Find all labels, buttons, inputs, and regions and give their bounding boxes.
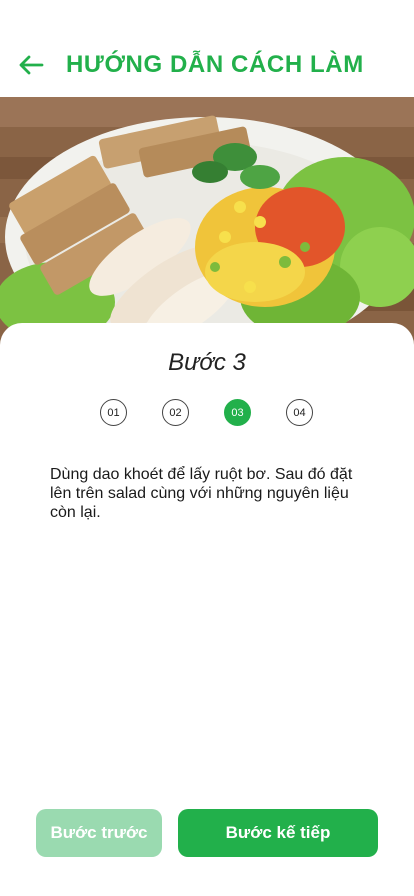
step-dot-02[interactable]: 02	[162, 399, 189, 426]
back-button[interactable]	[16, 50, 46, 80]
salad-photo	[0, 97, 414, 347]
arrow-left-icon	[19, 55, 44, 75]
step-indicator: 01 02 03 04	[100, 399, 314, 427]
step-dot-04[interactable]: 04	[286, 399, 313, 426]
step-dot-03[interactable]: 03	[224, 399, 251, 426]
page-title: HƯỚNG DẪN CÁCH LÀM	[66, 51, 364, 78]
step-dot-01[interactable]: 01	[100, 399, 127, 426]
step-description: Dùng dao khoét để lấy ruột bơ. Sau đó đặ…	[50, 466, 353, 521]
previous-step-button[interactable]: Bước trước	[36, 809, 162, 857]
app-header: HƯỚNG DẪN CÁCH LÀM	[0, 0, 414, 97]
next-step-button[interactable]: Bước kế tiếp	[178, 809, 378, 857]
step-title: Bước 3	[168, 349, 246, 376]
